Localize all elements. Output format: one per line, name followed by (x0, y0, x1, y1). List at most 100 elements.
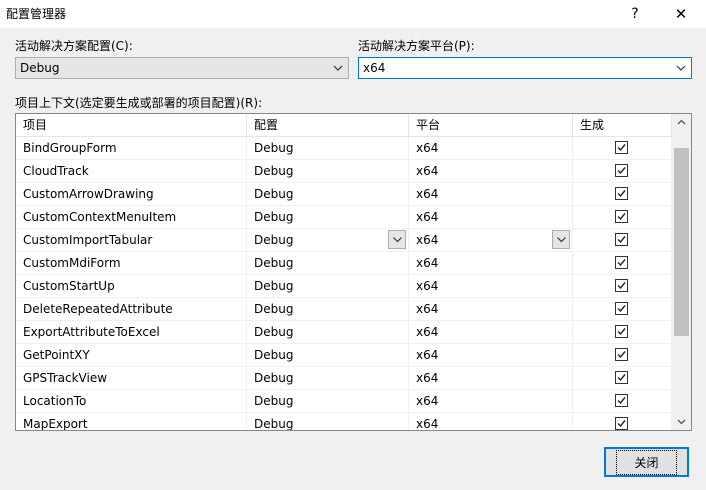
table-row[interactable]: DeleteRepeatedAttribute Debug x64 (16, 298, 672, 321)
build-cell[interactable] (573, 367, 672, 389)
table-row[interactable]: CustomContextMenuItem Debug x64 (16, 206, 672, 229)
project-cell[interactable]: CloudTrack (16, 160, 247, 182)
platform-cell[interactable]: x64 (409, 367, 573, 389)
platform-cell[interactable]: x64 (409, 413, 573, 430)
platform-cell[interactable]: x64 (409, 229, 573, 251)
build-cell[interactable] (573, 321, 672, 343)
project-cell[interactable]: DeleteRepeatedAttribute (16, 298, 247, 320)
build-checkbox[interactable] (615, 325, 628, 338)
platform-cell[interactable]: x64 (409, 160, 573, 182)
build-checkbox[interactable] (615, 256, 628, 269)
active-platform-value: x64 (363, 61, 386, 75)
checkmark-icon (617, 420, 626, 428)
config-cell[interactable]: Debug (247, 298, 409, 320)
project-cell[interactable]: CustomArrowDrawing (16, 183, 247, 205)
config-cell[interactable]: Debug (247, 413, 409, 430)
table-row[interactable]: LocationTo Debug x64 (16, 390, 672, 413)
active-platform-select[interactable]: x64 (358, 57, 692, 79)
project-cell[interactable]: GetPointXY (16, 344, 247, 366)
config-cell[interactable]: Debug (247, 252, 409, 274)
scroll-up-button[interactable] (672, 114, 691, 131)
build-cell[interactable] (573, 206, 672, 228)
project-cell[interactable]: BindGroupForm (16, 137, 247, 159)
table-row[interactable]: ExportAttributeToExcel Debug x64 (16, 321, 672, 344)
build-checkbox[interactable] (615, 210, 628, 223)
config-cell[interactable]: Debug (247, 137, 409, 159)
column-header-platform[interactable]: 平台 (409, 114, 573, 136)
column-header-build[interactable]: 生成 (573, 114, 672, 136)
platform-cell[interactable]: x64 (409, 206, 573, 228)
table-row[interactable]: CustomImportTabular Debug x64 (16, 229, 672, 252)
platform-cell-text: x64 (416, 348, 439, 362)
project-cell[interactable]: CustomStartUp (16, 275, 247, 297)
config-cell[interactable]: Debug (247, 206, 409, 228)
platform-cell-text: x64 (416, 371, 439, 385)
build-cell[interactable] (573, 413, 672, 430)
config-cell[interactable]: Debug (247, 160, 409, 182)
config-cell[interactable]: Debug (247, 275, 409, 297)
chevron-down-icon (676, 65, 686, 71)
cell-dropdown-button[interactable] (552, 230, 570, 249)
build-cell[interactable] (573, 229, 672, 251)
project-cell[interactable]: CustomImportTabular (16, 229, 247, 251)
build-cell[interactable] (573, 137, 672, 159)
build-checkbox[interactable] (615, 279, 628, 292)
build-cell[interactable] (573, 275, 672, 297)
platform-cell[interactable]: x64 (409, 321, 573, 343)
build-cell[interactable] (573, 160, 672, 182)
close-button[interactable]: 关闭 (604, 447, 689, 477)
table-row[interactable]: CustomStartUp Debug x64 (16, 275, 672, 298)
cell-dropdown-button[interactable] (388, 230, 406, 249)
close-window-button[interactable]: ✕ (658, 0, 704, 28)
table-row[interactable]: CustomMdiForm Debug x64 (16, 252, 672, 275)
platform-cell[interactable]: x64 (409, 252, 573, 274)
scroll-down-button[interactable] (672, 413, 691, 430)
config-cell[interactable]: Debug (247, 229, 409, 251)
scroll-thumb[interactable] (674, 148, 689, 336)
column-header-config[interactable]: 配置 (247, 114, 409, 136)
config-cell[interactable]: Debug (247, 344, 409, 366)
table-row[interactable]: CustomArrowDrawing Debug x64 (16, 183, 672, 206)
vertical-scrollbar[interactable] (672, 114, 691, 430)
platform-cell[interactable]: x64 (409, 183, 573, 205)
config-cell[interactable]: Debug (247, 321, 409, 343)
config-cell[interactable]: Debug (247, 183, 409, 205)
table-row[interactable]: BindGroupForm Debug x64 (16, 137, 672, 160)
project-cell[interactable]: ExportAttributeToExcel (16, 321, 247, 343)
build-checkbox[interactable] (615, 302, 628, 315)
table-row[interactable]: GPSTrackView Debug x64 (16, 367, 672, 390)
build-checkbox[interactable] (615, 233, 628, 246)
build-checkbox[interactable] (615, 348, 628, 361)
help-button[interactable]: ? (612, 0, 658, 28)
table-row[interactable]: CloudTrack Debug x64 (16, 160, 672, 183)
platform-cell[interactable]: x64 (409, 390, 573, 412)
build-cell[interactable] (573, 344, 672, 366)
build-checkbox[interactable] (615, 417, 628, 430)
build-cell[interactable] (573, 183, 672, 205)
project-grid-label: 项目上下文(选定要生成或部署的项目配置)(R): (15, 96, 263, 110)
table-row[interactable]: MapExport Debug x64 (16, 413, 672, 430)
platform-cell[interactable]: x64 (409, 344, 573, 366)
column-header-project[interactable]: 项目 (16, 114, 247, 136)
build-cell[interactable] (573, 252, 672, 274)
config-cell[interactable]: Debug (247, 367, 409, 389)
project-config-grid[interactable]: 项目 配置 平台 生成 BindGroupForm Debug x64 CloudTr… (15, 113, 692, 431)
table-row[interactable]: GetPointXY Debug x64 (16, 344, 672, 367)
project-cell[interactable]: CustomMdiForm (16, 252, 247, 274)
platform-cell[interactable]: x64 (409, 298, 573, 320)
project-cell[interactable]: CustomContextMenuItem (16, 206, 247, 228)
project-cell[interactable]: MapExport (16, 413, 247, 430)
build-checkbox[interactable] (615, 187, 628, 200)
build-cell[interactable] (573, 298, 672, 320)
build-checkbox[interactable] (615, 141, 628, 154)
active-config-select[interactable]: Debug (15, 57, 349, 79)
platform-cell[interactable]: x64 (409, 275, 573, 297)
build-checkbox[interactable] (615, 371, 628, 384)
project-cell[interactable]: GPSTrackView (16, 367, 247, 389)
build-cell[interactable] (573, 390, 672, 412)
build-checkbox[interactable] (615, 164, 628, 177)
project-cell[interactable]: LocationTo (16, 390, 247, 412)
build-checkbox[interactable] (615, 394, 628, 407)
platform-cell[interactable]: x64 (409, 137, 573, 159)
config-cell[interactable]: Debug (247, 390, 409, 412)
